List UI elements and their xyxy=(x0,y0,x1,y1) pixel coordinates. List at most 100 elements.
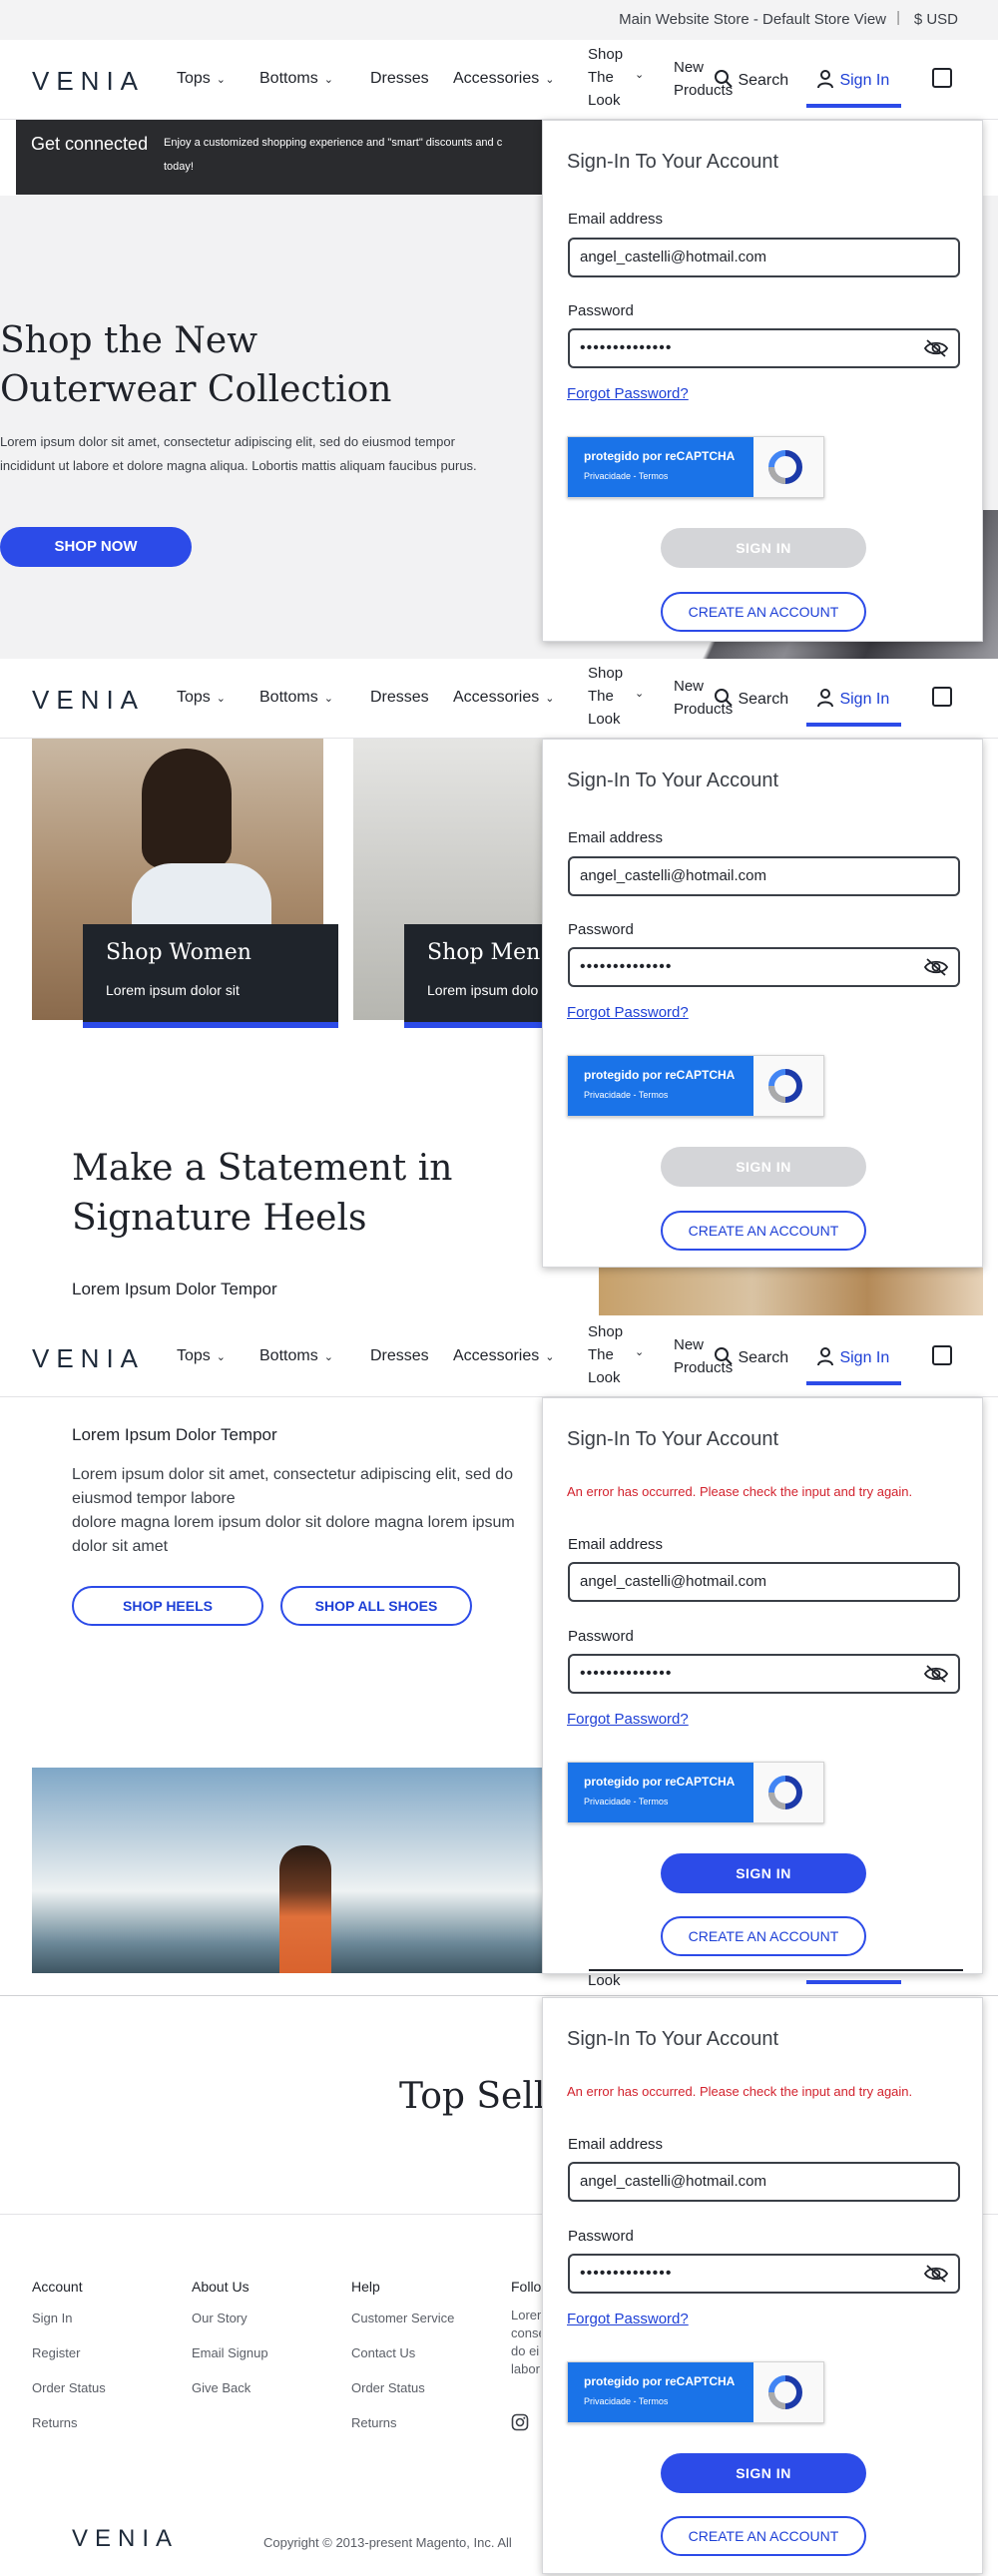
recaptcha-badge[interactable]: protegido por reCAPTCHA Privacidade - Te… xyxy=(567,1762,824,1823)
promo-title: Get connected xyxy=(31,134,149,154)
account-trigger[interactable]: Sign In xyxy=(815,1346,889,1367)
instagram-icon[interactable] xyxy=(511,2413,529,2431)
recaptcha-badge[interactable]: protegido por reCAPTCHA Privacidade - Te… xyxy=(567,2361,824,2423)
recaptcha-label-block: protegido por reCAPTCHA Privacidade - Te… xyxy=(568,2362,753,2422)
nav-accessories[interactable]: Accessories ⌄ xyxy=(453,689,554,707)
footer-link-our-story[interactable]: Our Story xyxy=(192,2311,268,2325)
recaptcha-text: protegido por reCAPTCHA xyxy=(584,2374,736,2388)
nav-accessories[interactable]: Accessories ⌄ xyxy=(453,1347,554,1365)
password-field[interactable]: •••••••••••••• xyxy=(568,328,960,368)
shop-men-caption[interactable]: Shop Men Lorem ipsum dolo xyxy=(404,924,544,1028)
nav-tops[interactable]: Tops ⌄ xyxy=(177,1347,226,1365)
venia-logo[interactable]: VENIA xyxy=(32,685,145,716)
cart-icon[interactable] xyxy=(932,68,952,88)
footer-link-email-signup[interactable]: Email Signup xyxy=(192,2345,268,2360)
signin-label: Sign In xyxy=(839,72,890,89)
footer-link-customer-service[interactable]: Customer Service xyxy=(351,2311,454,2325)
nav-shop-the-look[interactable]: Shop The Look xyxy=(588,1320,623,1389)
account-trigger[interactable]: Sign In xyxy=(815,69,889,90)
nav-tops[interactable]: Tops ⌄ xyxy=(177,689,226,707)
footer-about-col: About Us Our Story Email Signup Give Bac… xyxy=(192,2279,268,2395)
footer-link-order-status[interactable]: Order Status xyxy=(32,2380,106,2395)
footer-account-heading: Account xyxy=(32,2279,83,2295)
signin-button[interactable]: SIGN IN xyxy=(661,528,866,568)
email-field[interactable]: angel_castelli@hotmail.com xyxy=(568,1562,960,1602)
heels-body-line3: dolore magna lorem ipsum dolor sit dolor… xyxy=(72,1514,515,1531)
create-account-button[interactable]: CREATE AN ACCOUNT xyxy=(661,1916,866,1956)
shop-now-button[interactable]: SHOP NOW xyxy=(0,527,192,567)
search-trigger[interactable]: Search xyxy=(714,1346,788,1367)
email-field[interactable]: angel_castelli@hotmail.com xyxy=(568,856,960,896)
recaptcha-badge[interactable]: protegido por reCAPTCHA Privacidade - Te… xyxy=(567,1055,824,1117)
signin-button[interactable]: SIGN IN xyxy=(661,2453,866,2493)
nav-dresses[interactable]: Dresses xyxy=(370,70,429,88)
eye-off-icon[interactable] xyxy=(924,339,948,357)
header-nav: VENIA Tops ⌄ Bottoms ⌄ Dresses Accessories… xyxy=(0,40,998,120)
forgot-password-link[interactable]: Forgot Password? xyxy=(567,1711,689,1728)
chevron-down-icon[interactable]: ⌄ xyxy=(635,687,644,700)
shop-all-shoes-button[interactable]: SHOP ALL SHOES xyxy=(280,1586,472,1626)
store-view-selector[interactable]: Main Website Store - Default Store View xyxy=(619,11,886,28)
signin-indicator-fragment xyxy=(806,1980,901,1984)
password-field[interactable]: •••••••••••••• xyxy=(568,947,960,987)
footer-link-contact-us[interactable]: Contact Us xyxy=(351,2345,454,2360)
nav-dresses[interactable]: Dresses xyxy=(370,689,429,707)
footer-follow-line1: Lorem xyxy=(511,2308,541,2322)
signin-button[interactable]: SIGN IN xyxy=(661,1853,866,1893)
footer-link-order-status-help[interactable]: Order Status xyxy=(351,2380,454,2395)
chevron-down-icon[interactable]: ⌄ xyxy=(635,1345,644,1358)
footer-link-returns-help[interactable]: Returns xyxy=(351,2415,454,2430)
cart-icon[interactable] xyxy=(932,1345,952,1365)
signin-panel: Sign-In To Your Account An error has occ… xyxy=(542,1997,983,2574)
beach-model-image xyxy=(279,1845,331,1973)
search-trigger[interactable]: Search xyxy=(714,688,788,709)
venia-logo[interactable]: VENIA xyxy=(32,1343,145,1374)
nav-bottoms-label: Bottoms xyxy=(259,689,318,706)
signin-button[interactable]: SIGN IN xyxy=(661,1147,866,1187)
nav-dresses[interactable]: Dresses xyxy=(370,1347,429,1365)
currency-selector[interactable]: $ USD xyxy=(914,11,958,28)
nav-bottoms[interactable]: Bottoms ⌄ xyxy=(259,689,333,707)
venia-logo[interactable]: VENIA xyxy=(32,66,145,97)
footer-link-returns[interactable]: Returns xyxy=(32,2415,106,2430)
forgot-password-link[interactable]: Forgot Password? xyxy=(567,385,689,402)
heels-body-line1: Lorem ipsum dolor sit amet, consectetur … xyxy=(72,1466,513,1483)
create-account-button[interactable]: CREATE AN ACCOUNT xyxy=(661,1211,866,1251)
password-label: Password xyxy=(568,1628,634,1645)
shop-women-caption[interactable]: Shop Women Lorem ipsum dolor sit xyxy=(83,924,338,1028)
nav-shop-the-look[interactable]: Shop The Look xyxy=(588,43,623,112)
nav-accessories-label: Accessories xyxy=(453,1347,540,1364)
create-account-button[interactable]: CREATE AN ACCOUNT xyxy=(661,2516,866,2556)
password-field[interactable]: •••••••••••••• xyxy=(568,2254,960,2294)
footer-logo[interactable]: VENIA xyxy=(72,2525,179,2553)
create-account-button[interactable]: CREATE AN ACCOUNT xyxy=(661,592,866,632)
email-field[interactable]: angel_castelli@hotmail.com xyxy=(568,2162,960,2202)
nav-bottoms[interactable]: Bottoms ⌄ xyxy=(259,70,333,88)
account-trigger[interactable]: Sign In xyxy=(815,688,889,709)
footer-follow-line3: do ei xyxy=(511,2343,540,2358)
footer-link-signin[interactable]: Sign In xyxy=(32,2311,106,2325)
nav-bottoms[interactable]: Bottoms ⌄ xyxy=(259,1347,333,1365)
search-trigger[interactable]: Search xyxy=(714,69,788,90)
nav-tops[interactable]: Tops ⌄ xyxy=(177,70,226,88)
eye-off-icon[interactable] xyxy=(924,2265,948,2283)
eye-off-icon[interactable] xyxy=(924,1665,948,1683)
footer-copyright: Copyright © 2013-present Magento, Inc. A… xyxy=(263,2535,512,2550)
footer-link-give-back[interactable]: Give Back xyxy=(192,2380,268,2395)
recaptcha-badge[interactable]: protegido por reCAPTCHA Privacidade - Te… xyxy=(567,436,824,498)
footer-link-register[interactable]: Register xyxy=(32,2345,106,2360)
forgot-password-link[interactable]: Forgot Password? xyxy=(567,2311,689,2327)
password-field[interactable]: •••••••••••••• xyxy=(568,1654,960,1694)
shop-heels-button[interactable]: SHOP HEELS xyxy=(72,1586,263,1626)
email-field[interactable]: angel_castelli@hotmail.com xyxy=(568,238,960,277)
shop-women-sub: Lorem ipsum dolor sit xyxy=(106,982,240,998)
chevron-down-icon[interactable]: ⌄ xyxy=(635,68,644,81)
footer-about-heading: About Us xyxy=(192,2279,250,2295)
nav-tops-label: Tops xyxy=(177,689,211,706)
eye-off-icon[interactable] xyxy=(924,958,948,976)
nav-shop-the-look[interactable]: Shop The Look xyxy=(588,662,623,731)
nav-accessories[interactable]: Accessories ⌄ xyxy=(453,70,554,88)
forgot-password-link[interactable]: Forgot Password? xyxy=(567,1004,689,1021)
chevron-down-icon: ⌄ xyxy=(323,693,333,705)
cart-icon[interactable] xyxy=(932,687,952,707)
